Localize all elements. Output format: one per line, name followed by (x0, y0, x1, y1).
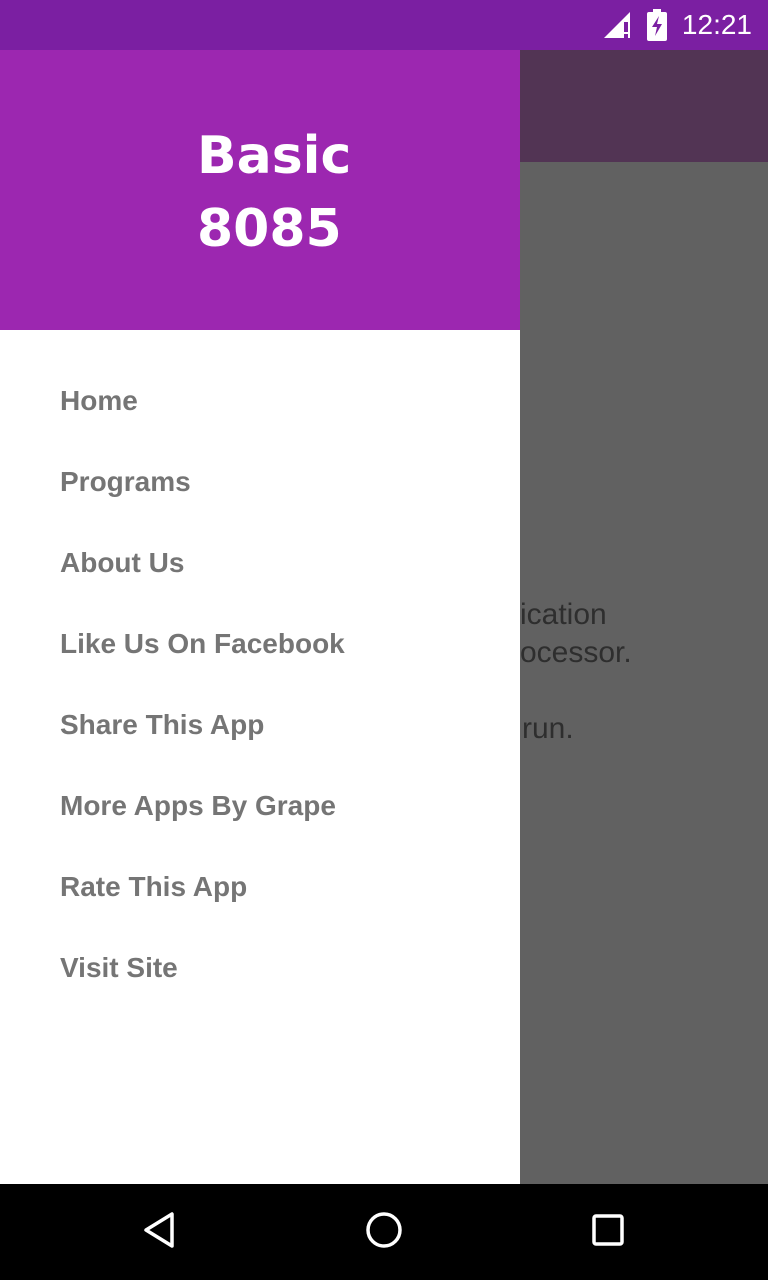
recents-button[interactable] (560, 1184, 656, 1280)
status-time: 12:21 (681, 9, 752, 40)
menu-item-about-us[interactable]: About Us (0, 522, 520, 603)
menu-item-more-apps[interactable]: More Apps By Grape (0, 765, 520, 846)
drawer-title-line1: Basic (197, 126, 352, 186)
menu-item-like-us-on-facebook[interactable]: Like Us On Facebook (0, 603, 520, 684)
menu-item-programs[interactable]: Programs (0, 441, 520, 522)
background-text-line: ication (520, 598, 607, 631)
menu-item-home[interactable]: Home (0, 360, 520, 441)
status-bar: 12:21 (0, 0, 768, 50)
screen: 12:21 85 ication ocessor. run. Basic 808… (0, 0, 768, 1280)
background-text-line: ocessor. (520, 636, 632, 669)
home-icon (364, 1210, 404, 1255)
status-icons: 12:21 (602, 0, 752, 50)
back-button[interactable] (112, 1184, 208, 1280)
menu-item-share-this-app[interactable]: Share This App (0, 684, 520, 765)
menu-item-rate-this-app[interactable]: Rate This App (0, 846, 520, 927)
drawer-title: Basic 8085 (197, 120, 351, 266)
back-icon (140, 1210, 180, 1255)
menu-item-visit-site[interactable]: Visit Site (0, 927, 520, 1008)
signal-icon (602, 10, 632, 40)
system-navigation-bar (0, 1184, 768, 1280)
navigation-drawer: Basic 8085 Home Programs About Us Like U… (0, 50, 520, 1184)
drawer-menu: Home Programs About Us Like Us On Facebo… (0, 360, 520, 1008)
battery-charging-icon (646, 9, 668, 41)
home-button[interactable] (336, 1184, 432, 1280)
drawer-header: Basic 8085 (0, 50, 520, 330)
recents-icon (588, 1210, 628, 1255)
background-text-line: run. (522, 712, 574, 745)
drawer-title-line2: 8085 (197, 199, 342, 259)
